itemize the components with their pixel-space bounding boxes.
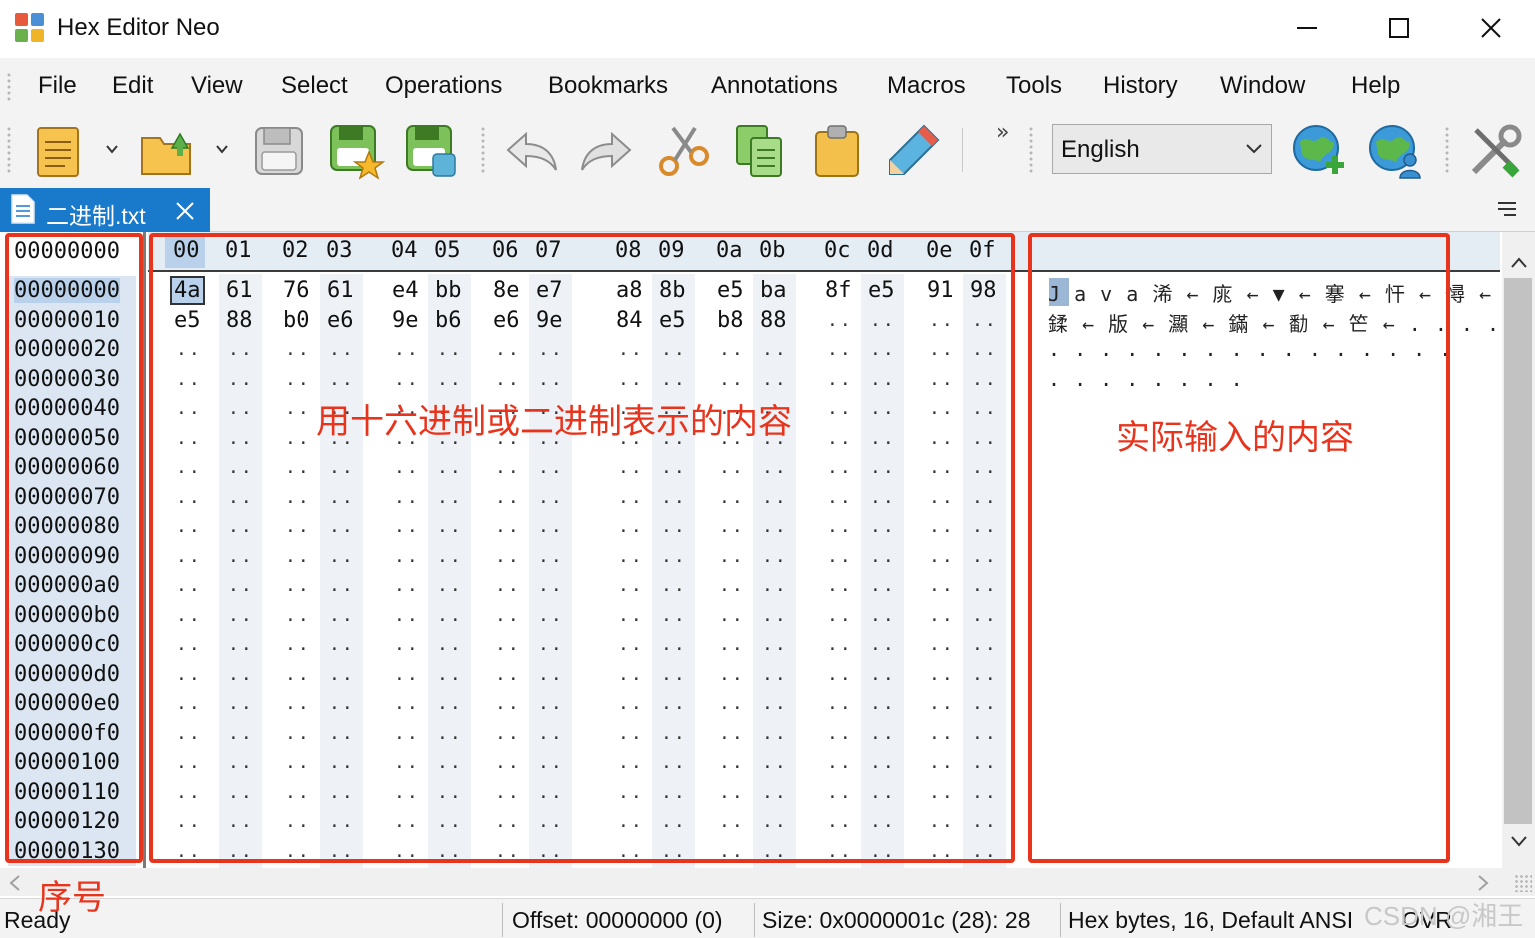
annotation-box-offsets xyxy=(5,233,143,863)
document-tab[interactable]: 二进制.txt xyxy=(0,188,210,232)
menu-file[interactable]: File xyxy=(38,72,77,100)
menu-edit[interactable]: Edit xyxy=(112,72,153,100)
globe-user-icon[interactable] xyxy=(1366,122,1424,180)
column-divider[interactable] xyxy=(143,232,146,868)
annotation-hex-label: 用十六进制或二进制表示的内容 xyxy=(316,402,792,442)
status-offset: Offset: 00000000 (0) xyxy=(512,907,723,933)
cut-scissors-icon[interactable] xyxy=(655,122,713,180)
menu-window[interactable]: Window xyxy=(1220,72,1305,100)
document-tab-label: 二进制.txt xyxy=(46,203,146,229)
close-icon[interactable] xyxy=(174,200,196,222)
new-document-icon[interactable] xyxy=(30,122,88,180)
menu-history[interactable]: History xyxy=(1103,72,1178,100)
settings-tools-icon[interactable] xyxy=(1466,122,1524,180)
menu-macros[interactable]: Macros xyxy=(887,72,966,100)
toolbar-grip xyxy=(480,126,486,174)
horizontal-scrollbar[interactable] xyxy=(0,868,1535,896)
menu-help[interactable]: Help xyxy=(1351,72,1400,100)
minimize-icon xyxy=(1297,27,1317,29)
status-mode: Hex bytes, 16, Default ANSI xyxy=(1068,907,1354,933)
add-globe-icon[interactable] xyxy=(1290,122,1348,180)
save-disk-icon[interactable] xyxy=(250,122,308,180)
scroll-left-icon[interactable] xyxy=(8,874,22,892)
window-title: Hex Editor Neo xyxy=(57,14,220,41)
chevron-down-icon[interactable] xyxy=(215,142,229,156)
annotation-box-hex xyxy=(149,233,1015,863)
status-separator xyxy=(754,903,755,937)
toolbar: » English xyxy=(0,116,1535,186)
status-bar: Ready Offset: 00000000 (0) Size: 0x00000… xyxy=(0,898,1535,938)
maximize-icon xyxy=(1389,18,1409,38)
menu-tools[interactable]: Tools xyxy=(1006,72,1062,100)
title-bar: Hex Editor Neo xyxy=(0,0,1535,58)
maximize-button[interactable] xyxy=(1369,8,1429,48)
save-as-star-icon[interactable] xyxy=(327,122,385,180)
resize-grip[interactable] xyxy=(1514,874,1532,892)
app-logo-icon xyxy=(15,13,44,42)
menu-view[interactable]: View xyxy=(191,72,243,100)
chevron-down-icon xyxy=(1246,144,1262,154)
toolbar-grip[interactable] xyxy=(6,126,12,174)
scroll-right-icon[interactable] xyxy=(1476,874,1490,892)
copy-icon[interactable] xyxy=(731,122,789,180)
toolbar-grip xyxy=(1444,126,1450,174)
chevron-down-icon[interactable] xyxy=(105,142,119,156)
status-separator xyxy=(1060,903,1061,937)
undo-icon[interactable] xyxy=(502,122,560,180)
redo-icon[interactable] xyxy=(578,122,636,180)
annotation-offset-label: 序号 xyxy=(38,878,106,918)
toolbar-grip[interactable] xyxy=(1028,126,1034,174)
vertical-scrollbar[interactable] xyxy=(1502,232,1535,868)
scroll-down-icon[interactable] xyxy=(1510,834,1528,848)
status-separator xyxy=(502,903,503,937)
language-select[interactable]: English xyxy=(1052,124,1272,174)
menubar-grip[interactable] xyxy=(6,72,12,102)
vertical-scroll-thumb[interactable] xyxy=(1504,278,1532,824)
close-icon xyxy=(1481,18,1501,38)
minimize-button[interactable] xyxy=(1277,8,1337,48)
paste-clipboard-icon[interactable] xyxy=(808,122,866,180)
menu-select[interactable]: Select xyxy=(281,72,348,100)
language-select-value: English xyxy=(1061,136,1140,163)
close-button[interactable] xyxy=(1461,8,1521,48)
status-size: Size: 0x0000001c (28): 28 xyxy=(762,907,1031,933)
annotation-box-text xyxy=(1028,233,1450,863)
open-folder-icon[interactable] xyxy=(138,122,196,180)
toolbar-overflow-button[interactable]: » xyxy=(996,120,1009,145)
save-all-icon[interactable] xyxy=(403,122,461,180)
tab-list-menu-icon[interactable] xyxy=(1496,200,1518,218)
toolbar-separator xyxy=(962,128,963,172)
edit-pencil-icon[interactable] xyxy=(884,122,942,180)
scroll-up-icon[interactable] xyxy=(1510,256,1528,270)
menu-bookmarks[interactable]: Bookmarks xyxy=(548,72,668,100)
document-icon xyxy=(11,194,35,224)
annotation-text-label: 实际输入的内容 xyxy=(1116,418,1354,458)
menu-operations[interactable]: Operations xyxy=(385,72,502,100)
watermark: CSDN @湘王 xyxy=(1364,901,1524,931)
document-tab-strip: 二进制.txt xyxy=(0,186,1535,232)
menu-bar: File Edit View Select Operations Bookmar… xyxy=(0,58,1535,116)
menu-annotations[interactable]: Annotations xyxy=(711,72,838,100)
